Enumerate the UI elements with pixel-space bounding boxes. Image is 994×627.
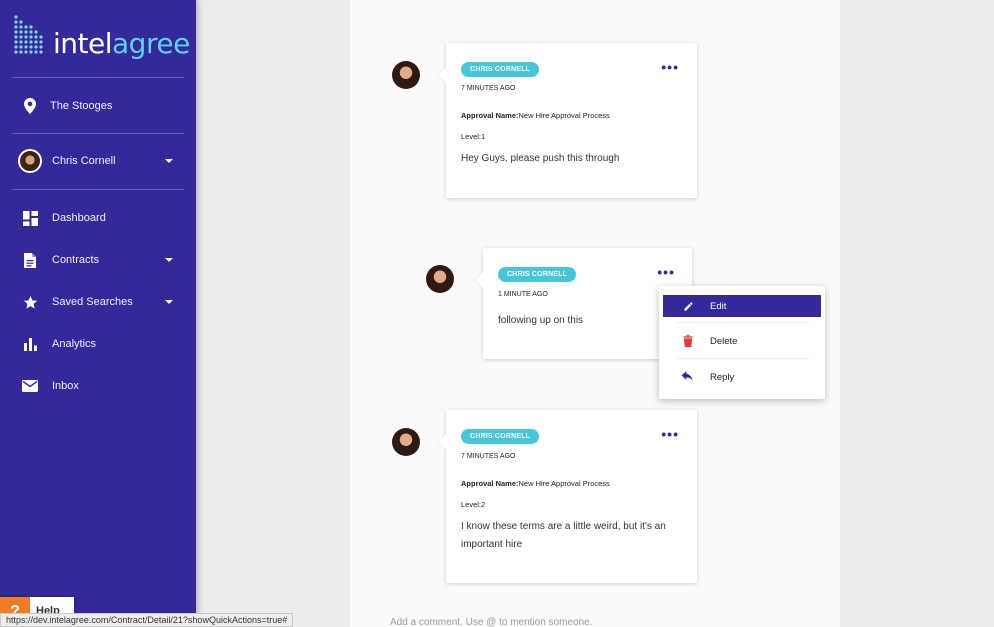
menu-item-edit[interactable]: Edit xyxy=(663,295,821,317)
reply-icon xyxy=(681,370,695,384)
comment-author-avatar xyxy=(426,265,454,293)
pencil-icon xyxy=(681,299,695,313)
approval-name: Approval Name:New Hire Approval Process xyxy=(461,111,610,120)
comment-author-avatar xyxy=(392,428,420,456)
menu-item-label: Edit xyxy=(710,300,727,312)
bar-chart-icon xyxy=(20,334,40,354)
menu-item-delete[interactable]: Delete xyxy=(663,330,821,352)
comment-text: following up on this xyxy=(498,315,584,326)
more-options-icon[interactable]: ••• xyxy=(657,265,675,279)
sidebar-item-label: Saved Searches xyxy=(52,296,133,308)
chevron-down-icon xyxy=(165,300,173,304)
menu-divider xyxy=(677,322,809,323)
intelagree-logo[interactable]: intelagree xyxy=(13,14,193,64)
sidebar-location[interactable]: The Stooges xyxy=(0,88,196,124)
approval-name-label: Approval Name: xyxy=(461,111,519,120)
approval-name-value: New Hire Approval Process xyxy=(518,479,610,488)
sidebar: intelagree The Stooges Chris Cornell Das… xyxy=(0,0,196,627)
comment-author-avatar xyxy=(392,61,420,89)
location-pin-icon xyxy=(20,96,40,116)
approval-name-value: New Hire Approval Process xyxy=(518,111,610,120)
star-icon xyxy=(20,292,40,312)
comment-timestamp: 7 MINUTES AGO xyxy=(461,85,516,92)
sidebar-item-saved-searches[interactable]: Saved Searches xyxy=(0,284,196,320)
avatar-image xyxy=(18,149,42,173)
sidebar-divider xyxy=(12,133,184,134)
sidebar-item-contracts[interactable]: Contracts xyxy=(0,242,196,278)
sidebar-item-dashboard[interactable]: Dashboard xyxy=(0,200,196,236)
approval-level: Level:2 xyxy=(461,500,486,509)
sidebar-user-menu[interactable]: Chris Cornell xyxy=(0,143,196,179)
sidebar-location-label: The Stooges xyxy=(50,100,113,112)
approval-name: Approval Name:New Hire Approval Process xyxy=(461,479,610,488)
sidebar-divider xyxy=(12,77,184,78)
comment-author-badge[interactable]: CHRIS CORNELL xyxy=(498,267,577,282)
menu-item-label: Reply xyxy=(710,371,735,383)
sidebar-user-name: Chris Cornell xyxy=(52,155,116,167)
comment-text: I know these terms are a little weird, b… xyxy=(461,521,666,550)
sidebar-item-label: Analytics xyxy=(52,338,97,350)
dashboard-icon xyxy=(20,208,40,228)
document-icon xyxy=(20,250,40,270)
sidebar-item-inbox[interactable]: Inbox xyxy=(0,368,196,404)
logo-wordmark: intelagree xyxy=(53,30,190,58)
logo-dots-icon xyxy=(14,15,43,54)
sidebar-item-label: Inbox xyxy=(52,380,79,392)
comment-author-badge[interactable]: CHRIS CORNELL xyxy=(461,62,540,77)
comment-author-badge[interactable]: CHRIS CORNELL xyxy=(461,429,540,444)
logo-text-part2: agree xyxy=(112,27,190,60)
chevron-down-icon xyxy=(165,258,173,262)
comment-card: CHRIS CORNELL ••• 7 MINUTES AGO Approval… xyxy=(446,43,697,198)
user-avatar xyxy=(16,147,44,175)
mail-icon xyxy=(20,376,40,396)
sidebar-divider xyxy=(12,189,184,190)
approval-level: Level:1 xyxy=(461,132,486,141)
chevron-down-icon xyxy=(165,159,173,163)
browser-status-url: https://dev.intelagree.com/Contract/Deta… xyxy=(0,613,294,627)
menu-item-label: Delete xyxy=(710,335,738,347)
comment-card: CHRIS CORNELL ••• 7 MINUTES AGO Approval… xyxy=(446,410,697,583)
sidebar-item-label: Contracts xyxy=(52,254,100,266)
menu-item-reply[interactable]: Reply xyxy=(663,366,821,388)
menu-divider xyxy=(677,358,809,359)
comment-timestamp: 7 MINUTES AGO xyxy=(461,453,516,460)
approval-name-label: Approval Name: xyxy=(461,479,519,488)
more-options-icon[interactable]: ••• xyxy=(661,60,679,74)
comment-text: Hey Guys, please push this through xyxy=(461,153,620,164)
more-options-icon[interactable]: ••• xyxy=(661,427,679,441)
comment-timestamp: 1 MINUTE AGO xyxy=(498,291,548,298)
sidebar-item-analytics[interactable]: Analytics xyxy=(0,326,196,362)
logo-text-part1: intel xyxy=(53,27,113,60)
sidebar-item-label: Dashboard xyxy=(52,212,106,224)
trash-icon xyxy=(681,334,695,348)
comment-options-menu: Edit Delete Reply xyxy=(659,286,825,399)
add-comment-input[interactable]: Add a comment. Use @ to mention someone. xyxy=(390,617,592,627)
